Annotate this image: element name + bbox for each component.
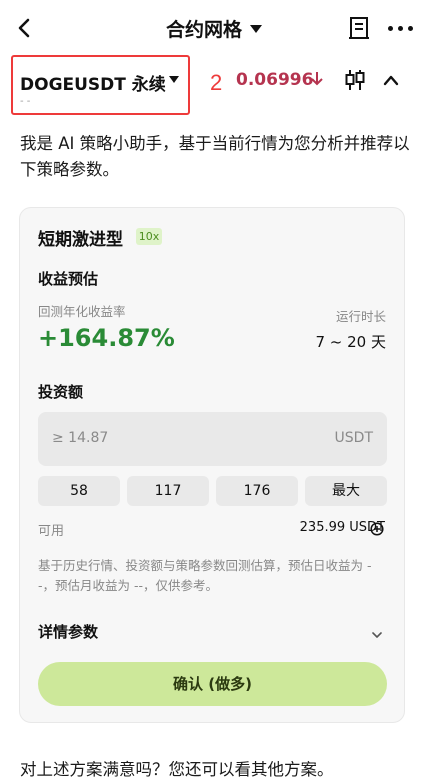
- investment-unit: USDT: [334, 430, 373, 446]
- candlestick-icon[interactable]: [344, 68, 366, 92]
- chevron-up-icon[interactable]: [383, 72, 399, 86]
- quick-amount-button[interactable]: 176: [216, 476, 298, 506]
- strategy-name: 短期激进型: [38, 230, 123, 250]
- annual-return-label: 回测年化收益率: [38, 304, 126, 319]
- top-bar: 合约网格: [0, 0, 428, 56]
- runtime-label: 运行时长: [335, 309, 386, 324]
- add-funds-icon[interactable]: [370, 521, 384, 536]
- more-horizontal-icon[interactable]: [388, 26, 414, 32]
- symbol-selector[interactable]: DOGEUSDT 永续: [20, 70, 166, 95]
- arrow-down-icon: [310, 68, 324, 93]
- available-label: 可用: [38, 524, 65, 539]
- chevron-down-icon[interactable]: [371, 625, 383, 638]
- caret-down-icon[interactable]: [169, 76, 179, 83]
- details-params-toggle[interactable]: 详情参数: [38, 621, 98, 642]
- footer-prompt: 对上述方案满意吗？您还可以看其他方案。: [20, 760, 334, 777]
- investment-title: 投资额: [38, 383, 84, 401]
- leverage-badge: 10x: [136, 228, 162, 245]
- annual-return-value: +164.87%: [38, 324, 175, 352]
- caret-down-icon: [250, 24, 262, 33]
- quick-amount-button[interactable]: 117: [127, 476, 209, 506]
- symbol-subtext: - -: [20, 96, 31, 107]
- earnings-title: 收益预估: [38, 270, 99, 288]
- quick-amount-button[interactable]: 58: [38, 476, 120, 506]
- max-amount-button[interactable]: 最大: [305, 476, 387, 506]
- last-price: 0.06996: [236, 70, 314, 90]
- investment-input[interactable]: ≥ 14.87 USDT: [38, 412, 387, 466]
- disclaimer-text: 基于历史行情、投资额与策略参数回测估算，预估日收益为 --，预估月收益为 --，…: [38, 558, 372, 593]
- confirm-long-button[interactable]: 确认 (做多): [38, 662, 387, 706]
- page-title: 合约网格: [165, 19, 242, 41]
- document-icon[interactable]: [349, 16, 369, 40]
- investment-placeholder: ≥ 14.87: [52, 430, 109, 446]
- annotation-number: 2: [210, 70, 223, 95]
- runtime-value: 7 ~ 20 天: [315, 333, 386, 351]
- assistant-intro: 我是 AI 策略小助手，基于当前行情为您分析并推荐以下策略参数。: [20, 134, 410, 179]
